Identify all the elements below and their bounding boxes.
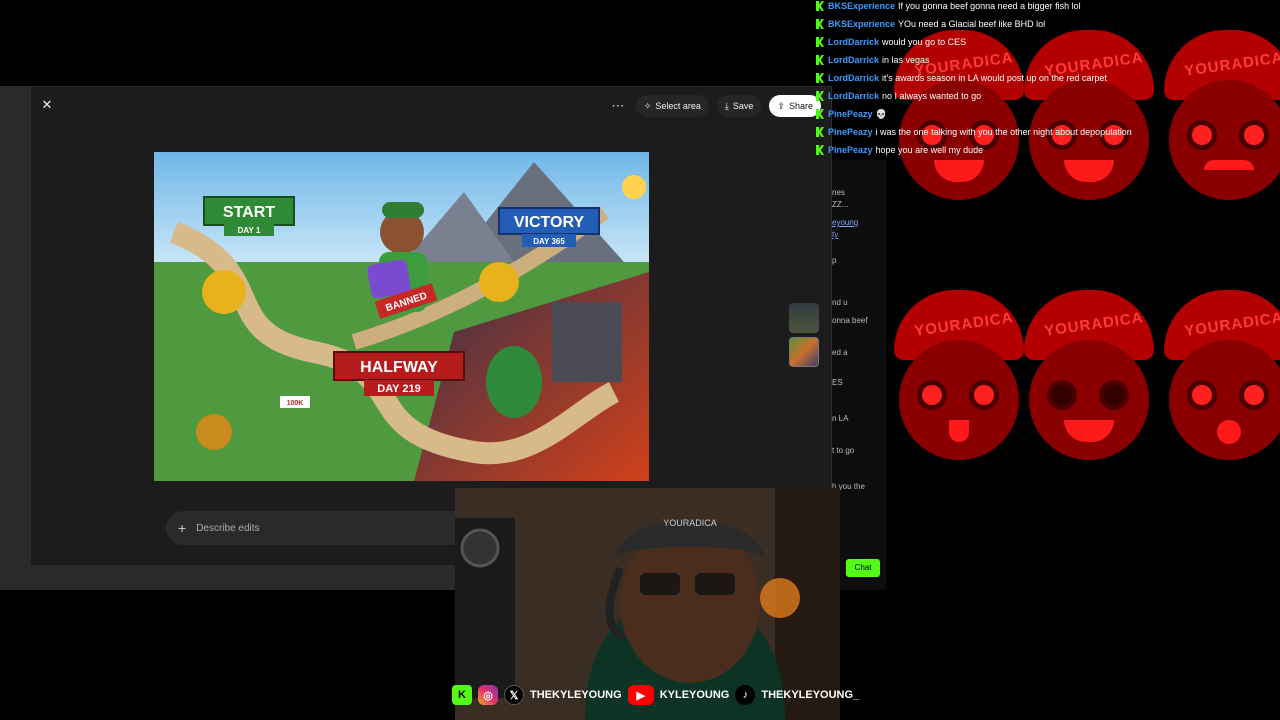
chat-text: it's awards season in LA would post up o… [882,73,1107,83]
chat-fragment: nd u [832,298,848,307]
select-area-icon: ✧ [643,100,652,111]
victory-banner-title: VICTORY [514,214,585,231]
chat-username[interactable]: PinePeazy [828,126,873,138]
chat-message: PinePeazy hope you are well my dude [816,144,1236,162]
social-handles-bar: K ◎ 𝕏 THEKYLEYOUNG ▶ KYLEYOUNG ♪ THEKYLE… [452,684,859,706]
select-area-button[interactable]: ✧ Select area [635,95,709,117]
victory-banner-day: DAY 365 [533,237,565,246]
chat-username[interactable]: LordDarrick [828,54,879,66]
kick-badge-icon [816,1,824,11]
chat-fragment: p [832,256,837,265]
chat-username[interactable]: LordDarrick [828,90,879,102]
kick-badge-icon [816,37,824,47]
thumbnail-strip [789,303,819,371]
webcam-hat-text: YOURADICA [663,518,717,528]
chat-username[interactable]: LordDarrick [828,72,879,84]
chat-text: If you gonna beef gonna need a bigger fi… [898,1,1081,11]
chat-text: would you go to CES [882,37,967,47]
roadmap-illustration: START DAY 1 VICTORY DAY 365 BANNED HALFW… [154,152,649,481]
kick-badge-icon [816,127,824,137]
viewer-backdrop [0,86,30,590]
chat-message: LordDarrick in las vegas [816,54,1236,72]
chat-fragment: onna beef [832,316,868,325]
share-icon: ⇪ [777,100,785,111]
start-banner-title: START [223,204,275,221]
chat-username[interactable]: PinePeazy [828,108,873,120]
chat-fragment: t to go [832,446,855,455]
emote-face: YOURADICA [1014,290,1164,460]
share-label: Share [788,101,813,111]
start-banner-day: DAY 1 [238,226,261,235]
chat-message: PinePeazy i was the one talking with you … [816,126,1236,144]
chat-fragment: n LA [832,414,849,423]
chat-text: 💀 [875,109,887,119]
chat-panel: nes ZZ... eyoung ty p nd u onna beef ed … [832,160,886,590]
chat-text: YOu need a Glacial beef like BHD lol [898,19,1046,29]
halfway-banner-day: DAY 219 [377,383,420,395]
chat-text: no I always wanted to go [882,91,982,101]
chat-message: BKSExperience YOu need a Glacial beef lik… [816,18,1236,36]
share-button[interactable]: ⇪ Share [769,95,821,117]
chat-fragment: ty [832,230,839,239]
describe-edits-input[interactable]: + Describe edits [166,511,496,545]
generated-image: START DAY 1 VICTORY DAY 365 BANNED HALFW… [154,152,649,481]
x-logo-icon: 𝕏 [504,685,524,705]
chat-message: LordDarrick it's awards season in LA woul… [816,72,1236,90]
instagram-icon: ◎ [478,685,498,705]
close-icon[interactable]: ✕ [39,97,55,113]
chat-message: LordDarrick would you go to CES [816,36,1236,54]
describe-edits-placeholder: Describe edits [196,522,260,534]
chat-fragment: ZZ... [832,200,849,209]
chat-username[interactable]: LordDarrick [828,36,879,48]
chat-fragment: ed a [832,348,848,357]
select-area-label: Select area [655,101,701,111]
chat-send-button[interactable]: Chat [846,559,880,577]
kick-badge-icon [816,73,824,83]
chat-text: hope you are well my dude [875,145,984,155]
chat-username[interactable]: PinePeazy [828,144,873,156]
emote-face: YOURADICA [1154,290,1280,460]
thumbnail-previous[interactable] [789,303,819,333]
thumbnail-current[interactable] [789,337,819,367]
chat-message: PinePeazy 💀 [816,108,1236,126]
kick-logo-icon: K [452,685,472,705]
x-handle: THEKYLEYOUNG [530,689,622,701]
tiktok-handle: THEKYLEYOUNG_ [761,689,860,701]
halfway-banner-title: HALFWAY [360,359,438,376]
kick-badge-icon [816,91,824,101]
chat-username[interactable]: BKSExperience [828,18,895,30]
tiktok-icon: ♪ [735,685,756,705]
subs-label: 100K [287,400,304,407]
viewer-backdrop [0,566,455,590]
save-button[interactable]: ⤓ Save [716,95,762,117]
chat-message: LordDarrick no I always wanted to go [816,90,1236,108]
chat-fragment: ES [832,378,843,387]
youtube-handle: KYLEYOUNG [659,689,730,701]
chat-message: BKSExperience If you gonna beef gonna nee… [816,0,1236,18]
chat-fragment: eyoung [832,218,859,227]
chat-text: in las vegas [882,55,930,65]
kick-badge-icon [816,55,824,65]
download-icon: ⤓ [724,100,729,111]
kick-badge-icon [816,109,824,119]
chat-text: i was the one talking with you the other… [875,127,1132,137]
chat-overlay: BKSExperience If you gonna beef gonna nee… [816,0,1236,162]
emote-face: YOURADICA [884,290,1034,460]
chat-username[interactable]: BKSExperience [828,0,895,12]
viewer-toolbar: ⋯ ✧ Select area ⤓ Save ⇪ Share [608,95,821,117]
kick-badge-icon [816,19,824,29]
kick-badge-icon [816,145,824,155]
youtube-icon: ▶ [627,685,654,705]
more-horizontal-icon[interactable]: ⋯ [608,98,628,114]
save-label: Save [732,101,754,111]
plus-icon[interactable]: + [178,520,186,536]
chat-fragment: nes [832,188,845,197]
